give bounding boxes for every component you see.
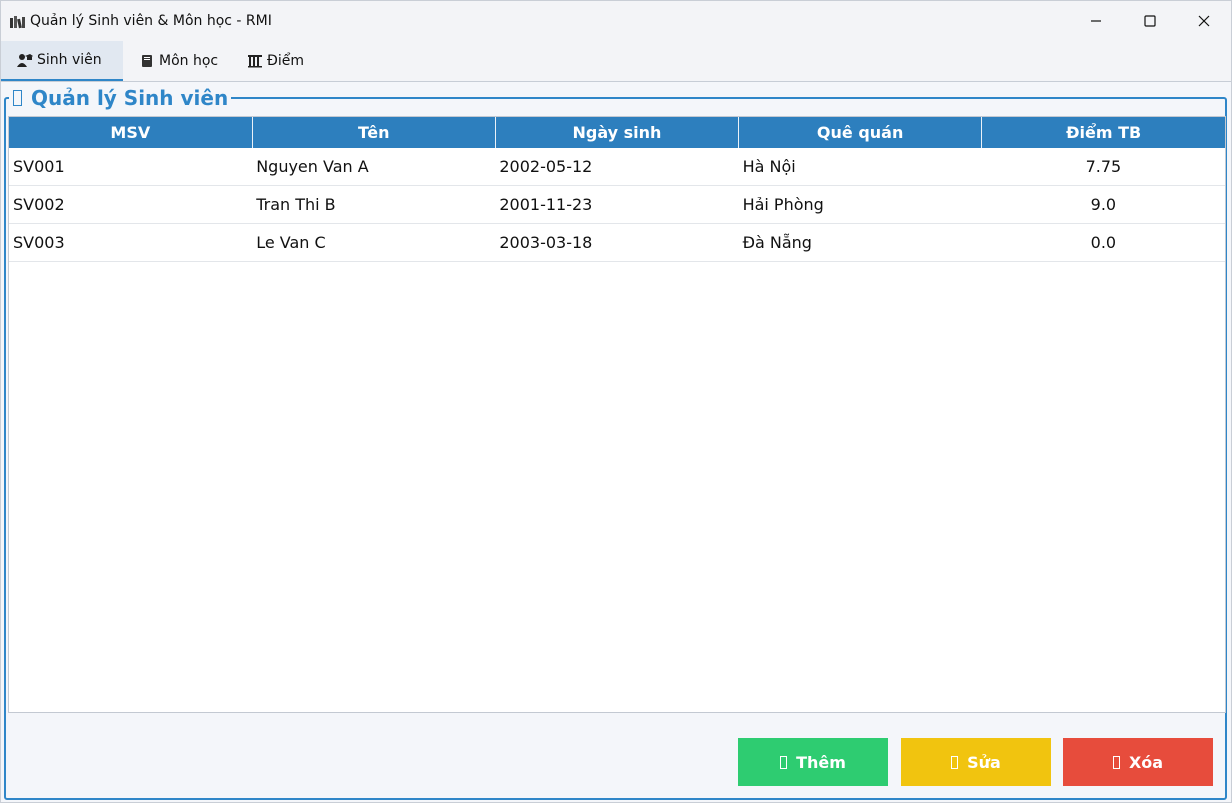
title-bar[interactable]: Quản lý Sinh viên & Môn học - RMI — [1, 1, 1231, 41]
cell-ngay-sinh: 2002-05-12 — [495, 148, 739, 186]
student-icon — [17, 52, 33, 68]
maximize-icon — [1144, 15, 1156, 27]
cell-msv: SV003 — [9, 223, 253, 262]
add-button-label: Thêm — [796, 752, 846, 772]
cell-diem-tb: 7.75 — [981, 148, 1225, 186]
col-header-ten[interactable]: Tên — [252, 117, 496, 148]
close-button[interactable] — [1177, 1, 1231, 41]
cell-que-quan: Hải Phòng — [738, 185, 982, 224]
table-row[interactable]: SV002 Tran Thi B 2001-11-23 Hải Phòng 9.… — [9, 185, 1225, 224]
missing-glyph-icon — [13, 90, 22, 106]
maximize-button[interactable] — [1123, 1, 1177, 41]
cell-que-quan: Hà Nội — [738, 148, 982, 186]
delete-button[interactable]: Xóa — [1063, 738, 1213, 786]
missing-glyph-icon — [780, 755, 788, 769]
col-header-msv[interactable]: MSV — [9, 117, 253, 148]
minimize-icon — [1091, 20, 1101, 22]
book-icon — [139, 53, 155, 69]
tab-mon-hoc[interactable]: Môn học — [123, 41, 231, 81]
app-window: Quản lý Sinh viên & Môn học - RMI Sinh v… — [0, 0, 1232, 803]
table-header-row: MSV Tên Ngày sinh Quê quán Điểm TB — [9, 117, 1225, 148]
cell-que-quan: Đà Nẵng — [738, 223, 982, 262]
tab-label: Điểm — [267, 53, 304, 69]
tab-diem[interactable]: Điểm — [231, 41, 321, 81]
cell-ten: Le Van C — [252, 223, 496, 262]
cell-msv: SV002 — [9, 185, 253, 224]
cell-ngay-sinh: 2001-11-23 — [495, 185, 739, 224]
missing-glyph-icon — [951, 755, 959, 769]
books-icon — [10, 14, 26, 29]
tab-bar: Sinh viên Môn học Điểm — [1, 41, 1231, 82]
tab-label: Sinh viên — [37, 52, 102, 68]
table-row[interactable]: SV003 Le Van C 2003-03-18 Đà Nẵng 0.0 — [9, 223, 1225, 262]
close-icon — [1198, 15, 1210, 27]
edit-button[interactable]: Sửa — [901, 738, 1051, 786]
add-button[interactable]: Thêm — [738, 738, 888, 786]
student-table[interactable]: MSV Tên Ngày sinh Quê quán Điểm TB SV001… — [8, 116, 1226, 713]
col-header-diem-tb[interactable]: Điểm TB — [981, 117, 1225, 148]
edit-button-label: Sửa — [967, 752, 1001, 772]
panel-title: Quản lý Sinh viên — [9, 85, 232, 111]
cell-msv: SV001 — [9, 148, 253, 186]
window-title: Quản lý Sinh viên & Môn học - RMI — [30, 13, 272, 29]
panel-title-text: Quản lý Sinh viên — [31, 86, 229, 110]
tab-label: Môn học — [159, 53, 219, 69]
missing-glyph-icon — [1112, 755, 1120, 769]
minimize-button[interactable] — [1069, 1, 1123, 41]
delete-button-label: Xóa — [1128, 752, 1164, 772]
cell-diem-tb: 0.0 — [981, 223, 1225, 262]
col-header-que-quan[interactable]: Quê quán — [738, 117, 983, 148]
tab-sinh-vien[interactable]: Sinh viên — [1, 41, 123, 81]
chart-icon — [247, 53, 263, 69]
cell-ngay-sinh: 2003-03-18 — [495, 223, 739, 262]
table-row[interactable]: SV001 Nguyen Van A 2002-05-12 Hà Nội 7.7… — [9, 148, 1225, 186]
cell-ten: Tran Thi B — [252, 185, 496, 224]
cell-diem-tb: 9.0 — [981, 185, 1225, 224]
cell-ten: Nguyen Van A — [252, 148, 496, 186]
col-header-ngay-sinh[interactable]: Ngày sinh — [495, 117, 740, 148]
